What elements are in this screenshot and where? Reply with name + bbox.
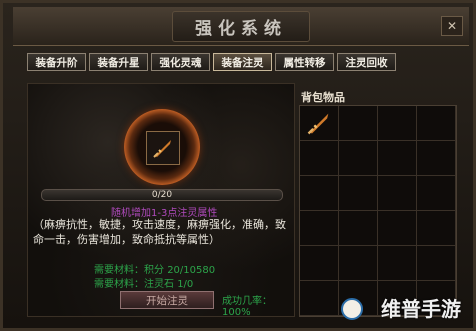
- progress-text: 0/20: [151, 190, 173, 200]
- bag-slot[interactable]: [300, 176, 338, 210]
- bag-slot[interactable]: [378, 211, 416, 245]
- watermark: 维普手游: [381, 297, 461, 321]
- infuse-progress-bar: 0/20: [41, 189, 283, 201]
- bag-slot[interactable]: [417, 211, 455, 245]
- success-rate: 成功几率：100%: [222, 296, 272, 317]
- tab-attribute-transfer[interactable]: 属性转移: [275, 53, 334, 71]
- effect-title: 随机增加1-3点注灵属性: [111, 208, 218, 219]
- title-plate: 强化系统: [172, 10, 310, 42]
- requirement-stone-label: 需要材料：注灵石: [94, 279, 174, 290]
- strengthen-window: 强化系统 ✕ 装备升阶 装备升星 强化灵魂 装备注灵 属性转移 注灵回收 0/2…: [0, 0, 476, 331]
- bag-slot[interactable]: [378, 246, 416, 280]
- sword-icon: [153, 140, 171, 158]
- tab-equip-upgrade-star[interactable]: 装备升星: [89, 53, 148, 71]
- tab-infuse-recycle[interactable]: 注灵回收: [337, 53, 396, 71]
- bag-panel: 背包物品: [299, 89, 457, 317]
- bag-slot[interactable]: [378, 106, 416, 140]
- bag-slot[interactable]: [300, 246, 338, 280]
- window-title: 强化系统: [195, 18, 287, 39]
- tab-strengthen-soul[interactable]: 强化灵魂: [151, 53, 210, 71]
- bag-slot[interactable]: [300, 141, 338, 175]
- tab-equip-upgrade-rank[interactable]: 装备升阶: [27, 53, 86, 71]
- bag-slot[interactable]: [378, 176, 416, 210]
- bag-title: 背包物品: [301, 91, 345, 104]
- bag-slot[interactable]: [417, 106, 455, 140]
- start-infuse-button[interactable]: 开始注灵: [120, 291, 214, 309]
- bag-grid: [299, 105, 457, 317]
- bag-slot[interactable]: [339, 106, 377, 140]
- equip-slot[interactable]: [146, 131, 180, 165]
- bag-slot[interactable]: [417, 176, 455, 210]
- infuse-panel: 0/20 随机增加1-3点注灵属性 （麻痹抗性，敏捷，攻击速度，麻痹强化，准确，…: [27, 83, 295, 317]
- bag-slot[interactable]: [300, 106, 338, 140]
- title-bar: 强化系统 ✕: [13, 7, 469, 46]
- bag-slot[interactable]: [417, 141, 455, 175]
- attribute-description: （麻痹抗性，敏捷，攻击速度，麻痹强化，准确，致命一击，伤害增加，致命抵抗等属性）: [33, 218, 286, 246]
- bag-slot[interactable]: [378, 141, 416, 175]
- tab-bar: 装备升阶 装备升星 强化灵魂 装备注灵 属性转移 注灵回收: [27, 53, 396, 71]
- bag-slot[interactable]: [339, 176, 377, 210]
- requirement-stone: 需要材料：注灵石 1/0: [94, 275, 193, 290]
- bag-slot[interactable]: [417, 246, 455, 280]
- bag-slot[interactable]: [339, 211, 377, 245]
- bag-slot[interactable]: [300, 211, 338, 245]
- close-button[interactable]: ✕: [441, 16, 463, 36]
- sword-icon: [307, 113, 329, 135]
- requirement-stone-value: 1/0: [177, 279, 194, 290]
- requirement-points: 需要材料：积分 20/10580: [94, 261, 215, 276]
- bag-slot[interactable]: [300, 281, 338, 315]
- watermark-logo-icon: [341, 298, 363, 320]
- item-ring: [124, 109, 200, 185]
- bag-slot[interactable]: [339, 141, 377, 175]
- tab-equip-infuse[interactable]: 装备注灵: [213, 53, 272, 71]
- bag-slot[interactable]: [339, 246, 377, 280]
